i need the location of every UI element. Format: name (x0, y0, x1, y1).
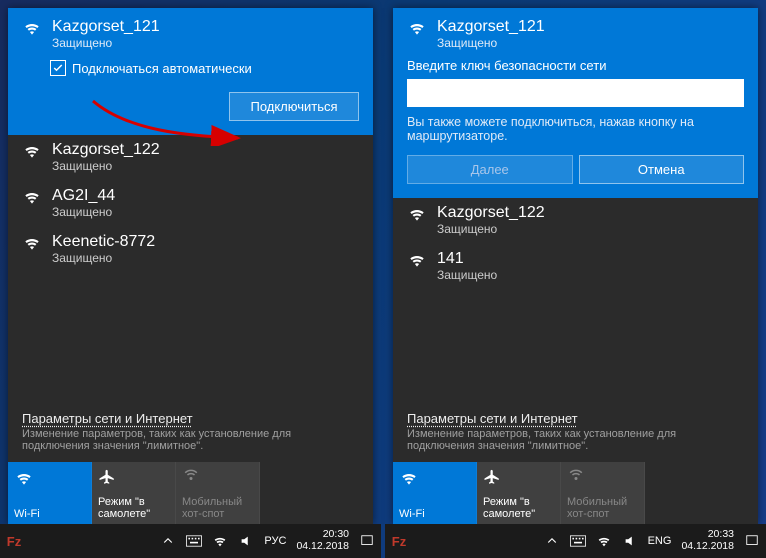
auto-connect-label: Подключаться автоматически (72, 61, 252, 76)
wifi-icon (22, 141, 42, 161)
next-button[interactable]: Далее (407, 155, 573, 184)
taskbar: Fz РУС 20:30 04.12.2018 (0, 524, 381, 558)
network-item[interactable]: AG2I_44 Защищено (8, 181, 373, 227)
chevron-up-icon[interactable] (544, 533, 560, 549)
network-item[interactable]: Kazgorset_122 Защищено (393, 198, 758, 244)
network-name: 141 (437, 250, 497, 268)
wifi-icon (407, 250, 427, 270)
network-status: Защищено (52, 251, 155, 265)
wifi-icon (407, 18, 427, 38)
auto-connect-checkbox[interactable]: Подключаться автоматически (50, 60, 359, 76)
network-status: Защищено (437, 222, 545, 236)
taskbar: Fz ENG 20:33 04.12.2018 (385, 524, 766, 558)
network-name: Kazgorset_121 (52, 18, 160, 36)
tile-label: Мобильный хот-спот (182, 496, 253, 520)
clock[interactable]: 20:33 04.12.2018 (681, 529, 734, 552)
quick-action-tiles: Wi-Fi Режим "в самолете" Мобильный хот-с… (8, 462, 373, 524)
hotspot-icon (182, 468, 253, 488)
selected-network[interactable]: Kazgorset_121 Защищено Подключаться авто… (8, 8, 373, 135)
network-item[interactable]: 141 Защищено (393, 244, 758, 290)
clock[interactable]: 20:30 04.12.2018 (296, 529, 349, 552)
filezilla-icon[interactable]: Fz (391, 533, 407, 549)
network-status: Защищено (437, 36, 545, 50)
wifi-icon (407, 204, 427, 224)
network-name: Kazgorset_121 (437, 18, 545, 36)
cancel-button[interactable]: Отмена (579, 155, 745, 184)
hotspot-tile[interactable]: Мобильный хот-спот (561, 462, 645, 524)
wifi-icon (399, 468, 470, 488)
wifi-flyout: Kazgorset_121 Защищено Введите ключ безо… (393, 8, 758, 524)
wifi-tray-icon[interactable] (212, 533, 228, 549)
wifi-flyout: Kazgorset_121 Защищено Подключаться авто… (8, 8, 373, 524)
wps-hint: Вы также можете подключиться, нажав кноп… (407, 115, 744, 143)
network-list: Kazgorset_121 Защищено Подключаться авто… (8, 8, 373, 403)
connect-button[interactable]: Подключиться (229, 92, 359, 121)
quick-action-tiles: Wi-Fi Режим "в самолете" Мобильный хот-с… (393, 462, 758, 524)
volume-icon[interactable] (622, 533, 638, 549)
airplane-tile[interactable]: Режим "в самолете" (92, 462, 176, 524)
tile-label: Wi-Fi (14, 508, 85, 520)
network-name: AG2I_44 (52, 187, 115, 205)
wifi-tile[interactable]: Wi-Fi (8, 462, 92, 524)
hotspot-icon (567, 468, 638, 488)
keyboard-icon[interactable] (186, 533, 202, 549)
network-status: Защищено (52, 159, 160, 173)
network-item[interactable]: Kazgorset_122 Защищено (8, 135, 373, 181)
tile-label: Wi-Fi (399, 508, 470, 520)
network-settings-link-block: Параметры сети и Интернет Изменение пара… (393, 403, 758, 462)
tile-label: Режим "в самолете" (98, 496, 169, 520)
keyboard-icon[interactable] (570, 533, 586, 549)
network-settings-link[interactable]: Параметры сети и Интернет (22, 411, 359, 426)
language-indicator[interactable]: РУС (264, 535, 286, 547)
date: 04.12.2018 (296, 541, 349, 553)
wifi-icon (22, 18, 42, 38)
wifi-icon (22, 233, 42, 253)
network-status: Защищено (52, 36, 160, 50)
network-status: Защищено (52, 205, 115, 219)
selected-network[interactable]: Kazgorset_121 Защищено Введите ключ безо… (393, 8, 758, 198)
network-list: Kazgorset_121 Защищено Введите ключ безо… (393, 8, 758, 403)
airplane-icon (98, 468, 169, 488)
network-name: Keenetic-8772 (52, 233, 155, 251)
wifi-icon (14, 468, 85, 488)
wifi-icon (22, 187, 42, 207)
network-settings-link-block: Параметры сети и Интернет Изменение пара… (8, 403, 373, 462)
network-settings-link[interactable]: Параметры сети и Интернет (407, 411, 744, 426)
network-settings-description: Изменение параметров, таких как установл… (22, 428, 359, 452)
notification-icon[interactable] (359, 533, 375, 549)
security-key-input[interactable] (407, 79, 744, 107)
screenshot-right: Kazgorset_121 Защищено Введите ключ безо… (385, 0, 766, 558)
network-item[interactable]: Keenetic-8772 Защищено (8, 227, 373, 273)
chevron-up-icon[interactable] (160, 533, 176, 549)
date: 04.12.2018 (681, 541, 734, 553)
network-name: Kazgorset_122 (437, 204, 545, 222)
airplane-tile[interactable]: Режим "в самолете" (477, 462, 561, 524)
network-status: Защищено (437, 268, 497, 282)
tile-label: Мобильный хот-спот (567, 496, 638, 520)
tile-label: Режим "в самолете" (483, 496, 554, 520)
language-indicator[interactable]: ENG (648, 535, 672, 547)
wifi-tray-icon[interactable] (596, 533, 612, 549)
notification-icon[interactable] (744, 533, 760, 549)
screenshot-left: Kazgorset_121 Защищено Подключаться авто… (0, 0, 381, 558)
volume-icon[interactable] (238, 533, 254, 549)
security-key-label: Введите ключ безопасности сети (407, 58, 744, 73)
filezilla-icon[interactable]: Fz (6, 533, 22, 549)
airplane-icon (483, 468, 554, 488)
checkbox-icon (50, 60, 66, 76)
network-name: Kazgorset_122 (52, 141, 160, 159)
hotspot-tile[interactable]: Мобильный хот-спот (176, 462, 260, 524)
wifi-tile[interactable]: Wi-Fi (393, 462, 477, 524)
network-settings-description: Изменение параметров, таких как установл… (407, 428, 744, 452)
